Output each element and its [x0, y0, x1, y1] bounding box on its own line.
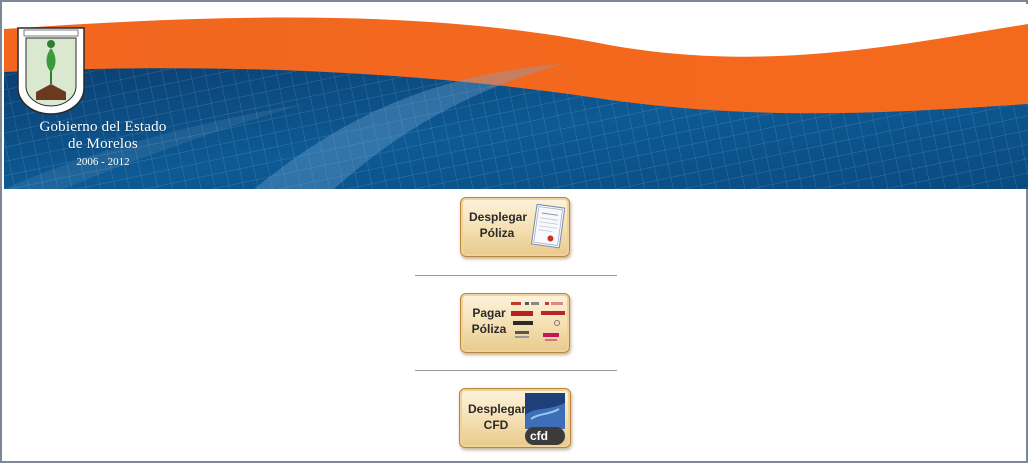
government-title-line1: Gobierno del Estado	[39, 119, 167, 135]
display-policy-button[interactable]: Desplegar Póliza	[460, 197, 570, 257]
section-divider	[415, 370, 617, 371]
display-cfd-button[interactable]: Desplegar CFD cfd	[459, 388, 571, 448]
government-years: 2006 - 2012	[76, 156, 130, 168]
pay-policy-label-line2: Póliza	[471, 322, 507, 336]
government-logo: Gobierno del Estado de Morelos 2006 - 20…	[14, 26, 194, 176]
certificate-icon	[531, 204, 565, 249]
section-divider	[415, 275, 617, 276]
cfd-icon: cfd	[525, 393, 565, 445]
display-policy-label: Desplegar Póliza	[469, 209, 528, 241]
coat-of-arms-icon	[17, 27, 85, 115]
pay-policy-button[interactable]: Pagar Póliza	[460, 293, 570, 353]
display-policy-label-line2: Póliza	[479, 226, 515, 240]
display-cfd-label-line2: CFD	[483, 418, 509, 432]
cfd-badge: cfd	[530, 429, 548, 443]
pay-policy-label: Pagar Póliza	[469, 305, 509, 337]
bank-logos-icon	[511, 302, 565, 341]
display-cfd-label: Desplegar CFD	[468, 401, 527, 433]
pay-policy-label-line1: Pagar	[472, 306, 506, 320]
government-title: Gobierno del Estado de Morelos	[14, 119, 192, 153]
page-frame: Gobierno del Estado de Morelos 2006 - 20…	[0, 0, 1028, 463]
display-policy-label-line1: Desplegar	[469, 210, 528, 224]
header-banner: Gobierno del Estado de Morelos 2006 - 20…	[4, 4, 1028, 189]
government-title-line2: de Morelos	[68, 136, 138, 152]
display-cfd-label-line1: Desplegar	[468, 402, 527, 416]
